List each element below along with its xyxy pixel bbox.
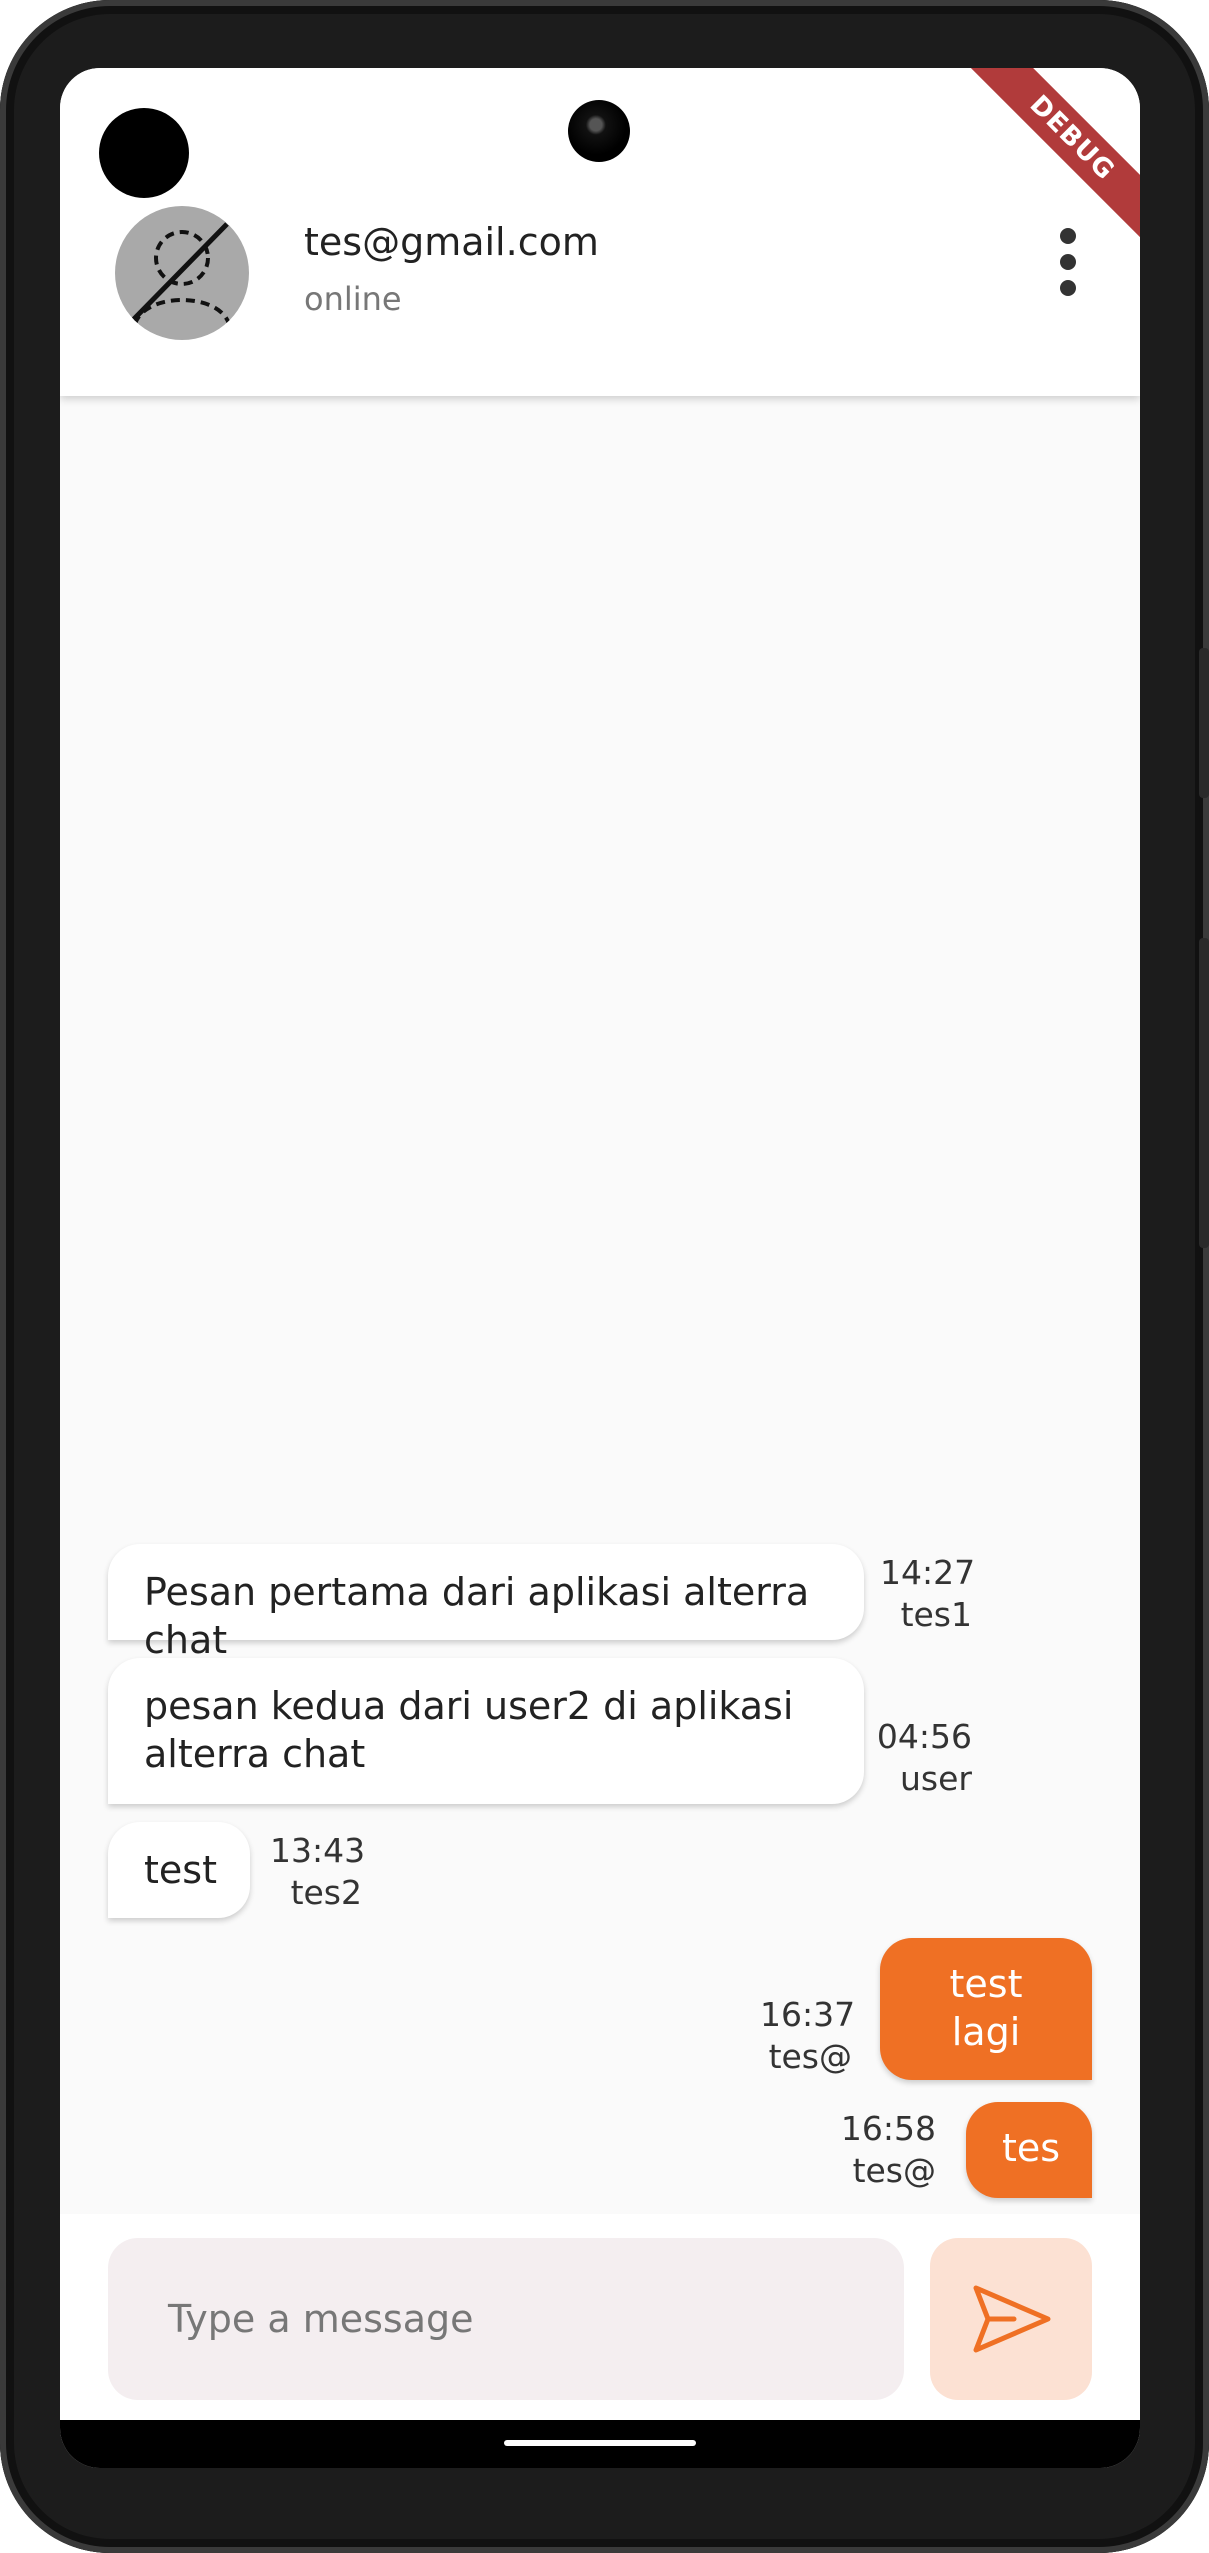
message-bubble: test lagi	[880, 1938, 1092, 2080]
message-bubble: Pesan pertama dari aplikasi alterra chat	[108, 1544, 864, 1662]
no-image-person-icon	[129, 222, 231, 325]
message-sender: user	[900, 1759, 972, 1798]
message-bubble: test	[108, 1822, 250, 1918]
volume-button	[1199, 938, 1209, 1248]
message-sender: tes@	[852, 2151, 936, 2190]
home-indicator[interactable]	[504, 2440, 696, 2446]
app-bar: tes@gmail.com online	[60, 68, 1140, 396]
message-meta: 16:58 tes@	[840, 2108, 936, 2192]
message-text: tes	[1002, 2126, 1061, 2170]
system-navigation-bar	[60, 2420, 1140, 2468]
app-screen: tes@gmail.com online DEBUG Pesan pertama…	[60, 68, 1140, 2468]
message-time: 16:37	[760, 1995, 856, 2034]
message-meta: 14:27 tes1	[880, 1552, 976, 1636]
message-composer: Type a message	[60, 2214, 1140, 2420]
send-button[interactable]	[930, 2238, 1092, 2400]
message-time: 16:58	[840, 2109, 936, 2148]
status-dot	[99, 108, 189, 198]
message-time: 13:43	[270, 1831, 366, 1870]
front-camera	[568, 100, 630, 162]
message-sender: tes@	[768, 2037, 852, 2076]
message-input[interactable]: Type a message	[108, 2238, 904, 2400]
message-text: pesan kedua dari user2 di aplikasi alter…	[144, 1684, 794, 1776]
message-sender: tes2	[290, 1873, 362, 1912]
message-time: 14:27	[880, 1553, 976, 1592]
message-bubble: tes	[966, 2102, 1092, 2198]
send-icon	[973, 2285, 1051, 2353]
message-text: Pesan pertama dari aplikasi alterra chat	[144, 1570, 810, 1662]
message-meta: 13:43 tes2	[270, 1830, 366, 1914]
more-vert-icon[interactable]	[1048, 228, 1088, 308]
message-time: 04:56	[876, 1717, 972, 1756]
message-sender: tes1	[900, 1595, 972, 1634]
avatar[interactable]	[115, 206, 249, 340]
message-text: test lagi	[949, 1962, 1023, 2054]
message-meta: 04:56 user	[870, 1716, 972, 1800]
contact-status: online	[304, 280, 402, 318]
message-text: test	[144, 1848, 217, 1892]
power-button	[1199, 648, 1209, 798]
message-bubble: pesan kedua dari user2 di aplikasi alter…	[108, 1658, 864, 1804]
contact-name: tes@gmail.com	[304, 220, 599, 264]
message-meta: 16:37 tes@	[760, 1994, 856, 2078]
